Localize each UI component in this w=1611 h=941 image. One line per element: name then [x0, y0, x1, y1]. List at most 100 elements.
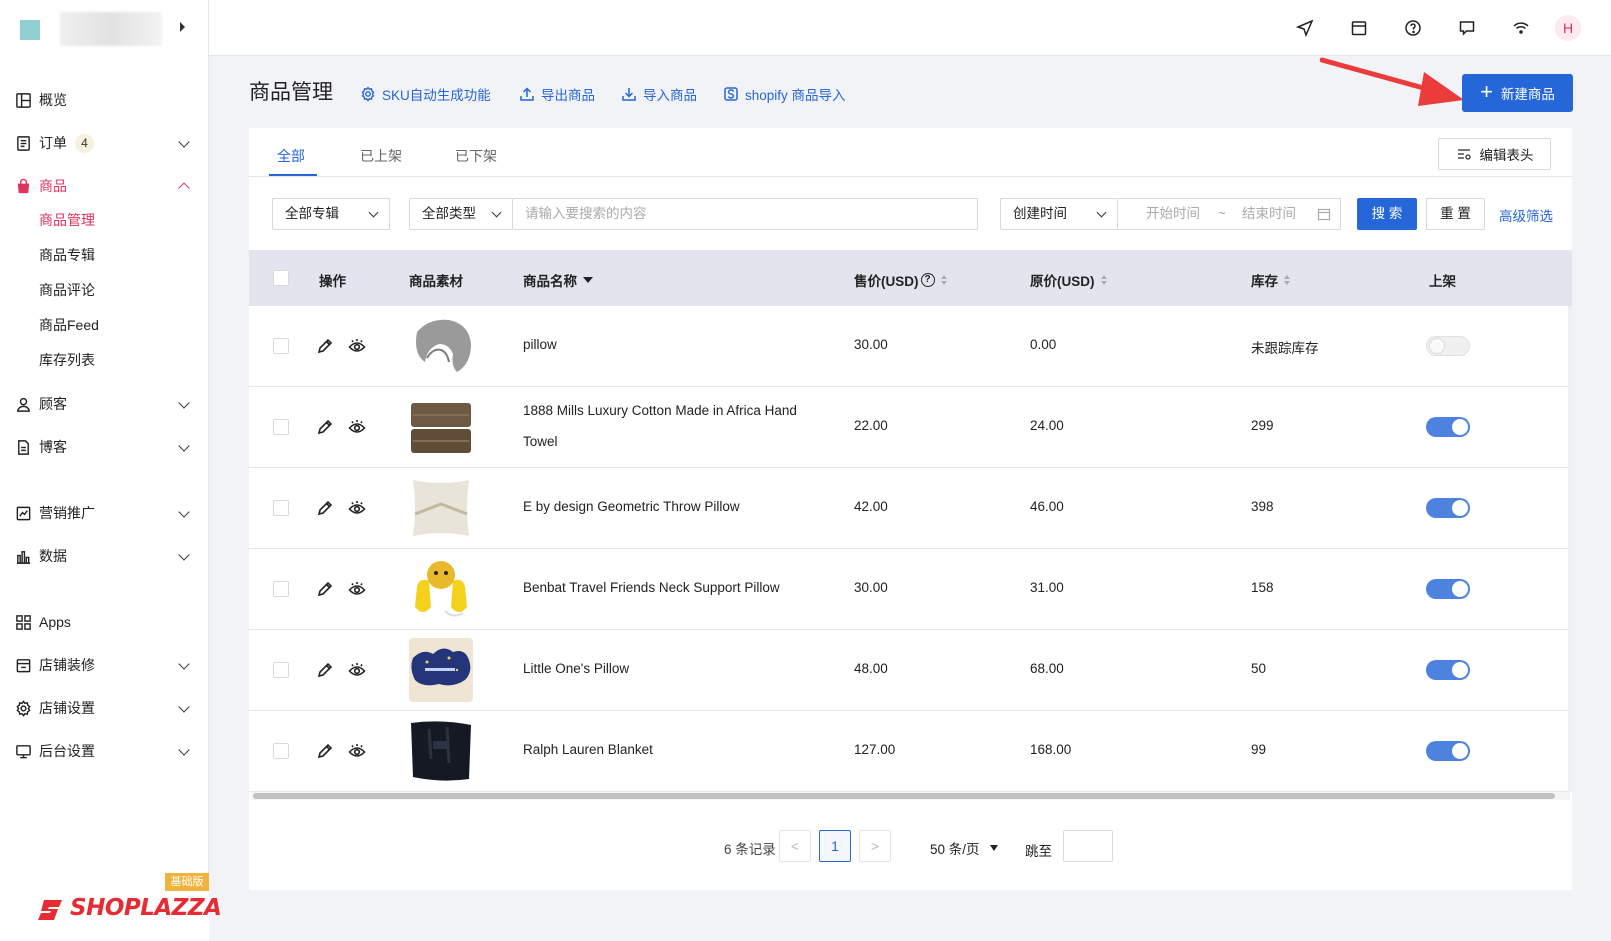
scrollbar-thumb[interactable]: [253, 793, 1555, 799]
publish-toggle[interactable]: [1426, 336, 1470, 356]
storefront-icon[interactable]: [1349, 18, 1369, 38]
send-icon[interactable]: [1295, 18, 1315, 38]
row-checkbox[interactable]: [273, 581, 289, 597]
help-icon[interactable]: ?: [920, 273, 935, 287]
vertical-scrollbar[interactable]: [1568, 306, 1572, 792]
publish-toggle[interactable]: [1426, 498, 1470, 518]
col-name[interactable]: 商品名称: [523, 270, 593, 290]
sidebar-subitem-feed[interactable]: 商品Feed: [39, 315, 99, 335]
sidebar-item-analytics[interactable]: 数据: [14, 544, 194, 568]
eye-icon[interactable]: [348, 580, 366, 598]
sidebar-item-orders[interactable]: 订单 4: [14, 131, 194, 155]
product-name[interactable]: 1888 Mills Luxury Cotton Made in Africa …: [523, 403, 797, 418]
tab-unpublished[interactable]: 已下架: [455, 146, 497, 166]
publish-toggle[interactable]: [1426, 417, 1470, 437]
chevron-down-icon: [491, 207, 502, 218]
advanced-filter-link[interactable]: 高级筛选: [1499, 205, 1553, 225]
date-range-picker[interactable]: 开始时间 ~ 结束时间: [1118, 198, 1341, 230]
tab-all[interactable]: 全部: [277, 146, 305, 166]
page-size-select[interactable]: 50 条/页: [930, 838, 998, 858]
horizontal-scrollbar[interactable]: [251, 792, 1570, 800]
jump-label: 跳至: [1025, 844, 1052, 859]
row-checkbox[interactable]: [273, 500, 289, 516]
product-name[interactable]: E by design Geometric Throw Pillow: [523, 499, 740, 514]
prev-page-button[interactable]: <: [779, 830, 811, 862]
wifi-icon[interactable]: [1511, 18, 1531, 38]
product-stock: 未跟踪库存: [1251, 341, 1319, 356]
col-compare-price[interactable]: 原价(USD): [1030, 270, 1107, 290]
sidebar-subitem-product-management[interactable]: 商品管理: [39, 210, 95, 230]
table-row: Ralph Lauren Blanket 127.00 168.00 99: [249, 711, 1568, 792]
collection-select[interactable]: 全部专辑: [272, 198, 390, 230]
pencil-icon[interactable]: [316, 580, 334, 598]
product-name[interactable]: pillow: [523, 337, 557, 352]
sidebar-subitem-collections[interactable]: 商品专辑: [39, 245, 95, 265]
publish-toggle[interactable]: [1426, 660, 1470, 680]
sidebar-item-overview[interactable]: 概览: [14, 88, 194, 112]
jump-page-input[interactable]: [1063, 830, 1113, 862]
product-compare-price: 24.00: [1030, 418, 1064, 433]
col-stock[interactable]: 库存: [1251, 270, 1290, 290]
sidebar-subitem-inventory[interactable]: 库存列表: [39, 350, 95, 370]
row-checkbox[interactable]: [273, 419, 289, 435]
status-tabs: 全部 已上架 已下架 编辑表头: [249, 128, 1572, 177]
eye-icon[interactable]: [348, 418, 366, 436]
row-checkbox[interactable]: [273, 662, 289, 678]
pencil-icon[interactable]: [316, 742, 334, 760]
sidebar-subitem-reviews[interactable]: 商品评论: [39, 280, 95, 300]
import-products-link[interactable]: 导入商品: [621, 84, 697, 104]
store-name-blurred: [60, 12, 162, 46]
table-row: E by design Geometric Throw Pillow 42.00…: [249, 468, 1568, 549]
monitor-icon: [14, 742, 32, 760]
sku-generate-link[interactable]: SKU自动生成功能: [360, 84, 491, 104]
product-name[interactable]: Little One's Pillow: [523, 661, 629, 676]
type-select[interactable]: 全部类型: [409, 198, 513, 230]
publish-toggle[interactable]: [1426, 579, 1470, 599]
next-page-button[interactable]: >: [859, 830, 891, 862]
publish-toggle[interactable]: [1426, 741, 1470, 761]
sidebar-item-blog[interactable]: 博客: [14, 435, 194, 459]
sidebar-item-store-design[interactable]: 店铺装修: [14, 653, 194, 677]
product-image: [409, 557, 473, 621]
search-button[interactable]: 搜 索: [1357, 198, 1417, 230]
pencil-icon[interactable]: [316, 661, 334, 679]
avatar[interactable]: H: [1555, 15, 1581, 41]
page-button-current[interactable]: 1: [819, 830, 851, 862]
time-field-select[interactable]: 创建时间: [1000, 198, 1118, 230]
edit-columns-button[interactable]: 编辑表头: [1438, 138, 1551, 170]
sidebar-item-apps[interactable]: Apps: [14, 610, 194, 634]
message-icon[interactable]: [1457, 18, 1477, 38]
eye-icon[interactable]: [348, 661, 366, 679]
toggle-knob: [1452, 500, 1468, 516]
tab-published[interactable]: 已上架: [360, 146, 402, 166]
row-checkbox[interactable]: [273, 338, 289, 354]
product-name[interactable]: Benbat Travel Friends Neck Support Pillo…: [523, 580, 780, 595]
store-switcher[interactable]: [20, 12, 195, 46]
export-products-link[interactable]: 导出商品: [519, 84, 595, 104]
row-checkbox[interactable]: [273, 743, 289, 759]
product-name[interactable]: Ralph Lauren Blanket: [523, 742, 653, 757]
sidebar-item-customers[interactable]: 顾客: [14, 392, 194, 416]
chevron-down-icon: [178, 744, 190, 756]
help-icon[interactable]: [1403, 18, 1423, 38]
reset-button[interactable]: 重 置: [1426, 198, 1485, 230]
plus-icon: +: [1480, 79, 1493, 104]
search-input[interactable]: 请输入要搜索的内容: [513, 198, 978, 230]
sidebar-item-marketing[interactable]: 营销推广: [14, 501, 194, 525]
eye-icon[interactable]: [348, 337, 366, 355]
pencil-icon[interactable]: [316, 499, 334, 517]
product-stock: 299: [1251, 418, 1274, 433]
sidebar-item-store-settings[interactable]: 店铺设置: [14, 696, 194, 720]
eye-icon[interactable]: [348, 499, 366, 517]
shopify-import-link[interactable]: shopify 商品导入: [723, 84, 846, 104]
pencil-icon[interactable]: [316, 337, 334, 355]
col-price[interactable]: 售价(USD)?: [854, 270, 947, 290]
calendar-icon: [1317, 208, 1331, 221]
sidebar-item-products[interactable]: 商品: [14, 174, 194, 198]
sidebar-item-admin-settings[interactable]: 后台设置: [14, 739, 194, 763]
pencil-icon[interactable]: [316, 418, 334, 436]
eye-icon[interactable]: [348, 742, 366, 760]
select-all-checkbox[interactable]: [273, 270, 289, 286]
new-product-button[interactable]: + 新建商品: [1462, 74, 1573, 112]
product-name-line2[interactable]: Towel: [523, 434, 558, 449]
